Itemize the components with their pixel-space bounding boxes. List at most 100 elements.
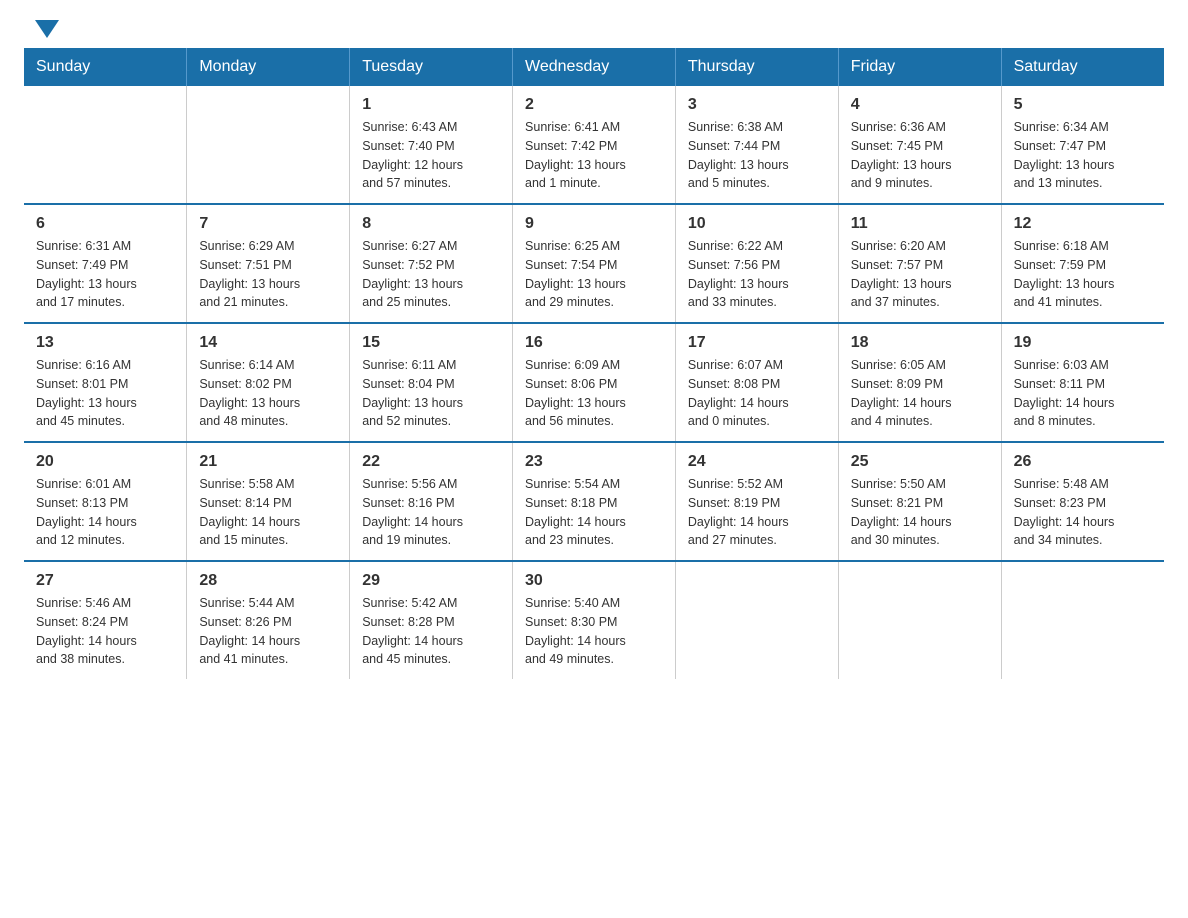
day-info: Sunrise: 6:25 AM Sunset: 7:54 PM Dayligh…	[525, 237, 663, 312]
calendar-cell: 22 Sunrise: 5:56 AM Sunset: 8:16 PM Dayli…	[350, 442, 513, 561]
day-info: Sunrise: 6:09 AM Sunset: 8:06 PM Dayligh…	[525, 356, 663, 431]
day-number: 6	[36, 215, 174, 233]
calendar-cell	[1001, 561, 1164, 679]
calendar-container: SundayMondayTuesdayWednesdayThursdayFrid…	[0, 48, 1188, 703]
calendar-cell: 21 Sunrise: 5:58 AM Sunset: 8:14 PM Dayli…	[187, 442, 350, 561]
day-number: 22	[362, 453, 500, 471]
calendar-cell: 4Sunrise: 6:36 AM Sunset: 7:45 PM Daylig…	[838, 86, 1001, 204]
day-number: 12	[1014, 215, 1152, 233]
day-number: 19	[1014, 334, 1152, 352]
day-info: Sunrise: 6:41 AM Sunset: 7:42 PM Dayligh…	[525, 118, 663, 193]
day-number: 5	[1014, 96, 1152, 114]
day-info: Sunrise: 5:42 AM Sunset: 8:28 PM Dayligh…	[362, 594, 500, 669]
day-number: 13	[36, 334, 174, 352]
day-info: Sunrise: 6:36 AM Sunset: 7:45 PM Dayligh…	[851, 118, 989, 193]
logo-triangle-icon	[35, 20, 59, 38]
day-info: Sunrise: 6:20 AM Sunset: 7:57 PM Dayligh…	[851, 237, 989, 312]
day-number: 14	[199, 334, 337, 352]
calendar-cell: 16 Sunrise: 6:09 AM Sunset: 8:06 PM Dayli…	[513, 323, 676, 442]
day-info: Sunrise: 5:44 AM Sunset: 8:26 PM Dayligh…	[199, 594, 337, 669]
calendar-cell: 20 Sunrise: 6:01 AM Sunset: 8:13 PM Dayli…	[24, 442, 187, 561]
calendar-cell: 25 Sunrise: 5:50 AM Sunset: 8:21 PM Dayli…	[838, 442, 1001, 561]
day-number: 1	[362, 96, 500, 114]
weekday-header-thursday: Thursday	[675, 48, 838, 86]
calendar-cell: 2 Sunrise: 6:41 AM Sunset: 7:42 PM Daylig…	[513, 86, 676, 204]
day-number: 24	[688, 453, 826, 471]
calendar-cell: 23 Sunrise: 5:54 AM Sunset: 8:18 PM Dayli…	[513, 442, 676, 561]
calendar-cell: 12 Sunrise: 6:18 AM Sunset: 7:59 PM Dayli…	[1001, 204, 1164, 323]
calendar-cell: 1Sunrise: 6:43 AM Sunset: 7:40 PM Daylig…	[350, 86, 513, 204]
weekday-header-saturday: Saturday	[1001, 48, 1164, 86]
calendar-cell: 19 Sunrise: 6:03 AM Sunset: 8:11 PM Dayli…	[1001, 323, 1164, 442]
day-number: 20	[36, 453, 174, 471]
weekday-header-monday: Monday	[187, 48, 350, 86]
calendar-cell: 5 Sunrise: 6:34 AM Sunset: 7:47 PM Daylig…	[1001, 86, 1164, 204]
page-header	[0, 0, 1188, 48]
day-number: 30	[525, 572, 663, 590]
calendar-cell	[838, 561, 1001, 679]
day-info: Sunrise: 6:38 AM Sunset: 7:44 PM Dayligh…	[688, 118, 826, 193]
calendar-cell: 13 Sunrise: 6:16 AM Sunset: 8:01 PM Dayli…	[24, 323, 187, 442]
weekday-header-row: SundayMondayTuesdayWednesdayThursdayFrid…	[24, 48, 1164, 86]
day-info: Sunrise: 5:48 AM Sunset: 8:23 PM Dayligh…	[1014, 475, 1152, 550]
calendar-cell	[24, 86, 187, 204]
calendar-cell: 26 Sunrise: 5:48 AM Sunset: 8:23 PM Dayli…	[1001, 442, 1164, 561]
day-info: Sunrise: 5:58 AM Sunset: 8:14 PM Dayligh…	[199, 475, 337, 550]
weekday-header-tuesday: Tuesday	[350, 48, 513, 86]
day-number: 7	[199, 215, 337, 233]
day-number: 10	[688, 215, 826, 233]
calendar-cell: 28 Sunrise: 5:44 AM Sunset: 8:26 PM Dayli…	[187, 561, 350, 679]
calendar-cell: 6 Sunrise: 6:31 AM Sunset: 7:49 PM Daylig…	[24, 204, 187, 323]
logo	[32, 24, 59, 36]
day-info: Sunrise: 6:31 AM Sunset: 7:49 PM Dayligh…	[36, 237, 174, 312]
day-number: 29	[362, 572, 500, 590]
week-row-1: 1Sunrise: 6:43 AM Sunset: 7:40 PM Daylig…	[24, 86, 1164, 204]
calendar-cell: 10 Sunrise: 6:22 AM Sunset: 7:56 PM Dayli…	[675, 204, 838, 323]
calendar-cell: 18Sunrise: 6:05 AM Sunset: 8:09 PM Dayli…	[838, 323, 1001, 442]
day-info: Sunrise: 6:01 AM Sunset: 8:13 PM Dayligh…	[36, 475, 174, 550]
day-info: Sunrise: 5:54 AM Sunset: 8:18 PM Dayligh…	[525, 475, 663, 550]
day-number: 25	[851, 453, 989, 471]
day-number: 17	[688, 334, 826, 352]
day-info: Sunrise: 6:22 AM Sunset: 7:56 PM Dayligh…	[688, 237, 826, 312]
day-number: 16	[525, 334, 663, 352]
calendar-cell: 29 Sunrise: 5:42 AM Sunset: 8:28 PM Dayli…	[350, 561, 513, 679]
day-info: Sunrise: 5:40 AM Sunset: 8:30 PM Dayligh…	[525, 594, 663, 669]
day-info: Sunrise: 6:29 AM Sunset: 7:51 PM Dayligh…	[199, 237, 337, 312]
day-info: Sunrise: 6:18 AM Sunset: 7:59 PM Dayligh…	[1014, 237, 1152, 312]
calendar-cell: 15 Sunrise: 6:11 AM Sunset: 8:04 PM Dayli…	[350, 323, 513, 442]
day-info: Sunrise: 6:34 AM Sunset: 7:47 PM Dayligh…	[1014, 118, 1152, 193]
day-info: Sunrise: 6:11 AM Sunset: 8:04 PM Dayligh…	[362, 356, 500, 431]
day-info: Sunrise: 5:56 AM Sunset: 8:16 PM Dayligh…	[362, 475, 500, 550]
calendar-table: SundayMondayTuesdayWednesdayThursdayFrid…	[24, 48, 1164, 679]
day-number: 27	[36, 572, 174, 590]
day-number: 26	[1014, 453, 1152, 471]
day-info: Sunrise: 6:07 AM Sunset: 8:08 PM Dayligh…	[688, 356, 826, 431]
calendar-cell: 9Sunrise: 6:25 AM Sunset: 7:54 PM Daylig…	[513, 204, 676, 323]
day-number: 2	[525, 96, 663, 114]
day-info: Sunrise: 5:50 AM Sunset: 8:21 PM Dayligh…	[851, 475, 989, 550]
calendar-cell: 30 Sunrise: 5:40 AM Sunset: 8:30 PM Dayli…	[513, 561, 676, 679]
week-row-5: 27 Sunrise: 5:46 AM Sunset: 8:24 PM Dayli…	[24, 561, 1164, 679]
day-number: 23	[525, 453, 663, 471]
day-info: Sunrise: 5:46 AM Sunset: 8:24 PM Dayligh…	[36, 594, 174, 669]
day-info: Sunrise: 6:16 AM Sunset: 8:01 PM Dayligh…	[36, 356, 174, 431]
calendar-cell: 14Sunrise: 6:14 AM Sunset: 8:02 PM Dayli…	[187, 323, 350, 442]
day-number: 11	[851, 215, 989, 233]
day-info: Sunrise: 5:52 AM Sunset: 8:19 PM Dayligh…	[688, 475, 826, 550]
day-number: 15	[362, 334, 500, 352]
day-number: 28	[199, 572, 337, 590]
calendar-cell	[187, 86, 350, 204]
week-row-4: 20 Sunrise: 6:01 AM Sunset: 8:13 PM Dayli…	[24, 442, 1164, 561]
day-number: 21	[199, 453, 337, 471]
calendar-cell: 3 Sunrise: 6:38 AM Sunset: 7:44 PM Daylig…	[675, 86, 838, 204]
weekday-header-wednesday: Wednesday	[513, 48, 676, 86]
calendar-cell: 7 Sunrise: 6:29 AM Sunset: 7:51 PM Daylig…	[187, 204, 350, 323]
calendar-cell: 8Sunrise: 6:27 AM Sunset: 7:52 PM Daylig…	[350, 204, 513, 323]
calendar-cell: 27 Sunrise: 5:46 AM Sunset: 8:24 PM Dayli…	[24, 561, 187, 679]
day-info: Sunrise: 6:27 AM Sunset: 7:52 PM Dayligh…	[362, 237, 500, 312]
day-number: 3	[688, 96, 826, 114]
calendar-cell	[675, 561, 838, 679]
week-row-2: 6 Sunrise: 6:31 AM Sunset: 7:49 PM Daylig…	[24, 204, 1164, 323]
day-info: Sunrise: 6:03 AM Sunset: 8:11 PM Dayligh…	[1014, 356, 1152, 431]
